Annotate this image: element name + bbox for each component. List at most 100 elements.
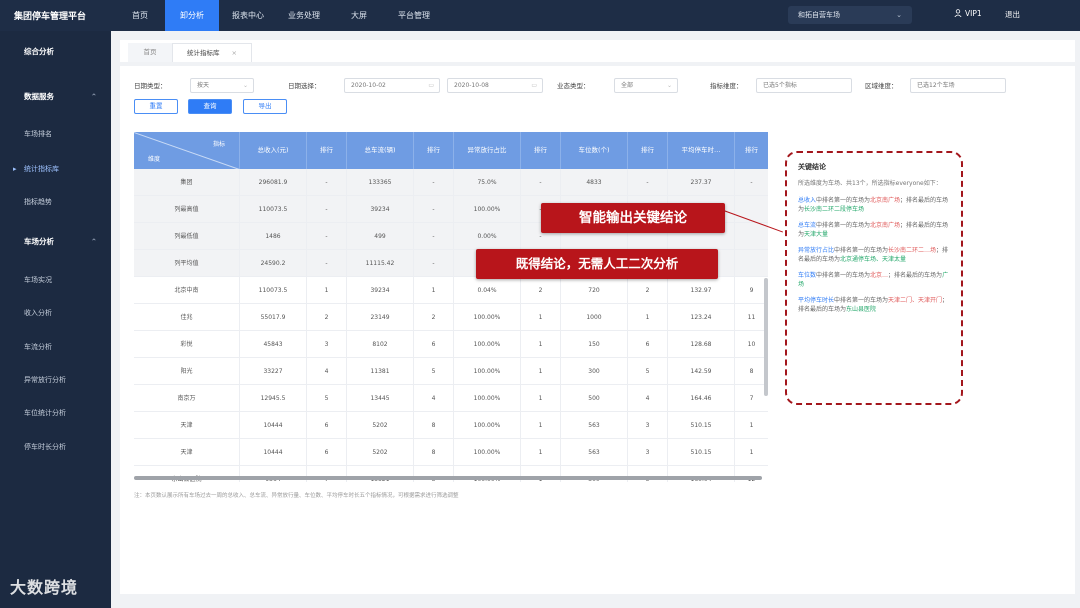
nav-platform[interactable]: 平台管理 [392,0,436,31]
header-rank[interactable]: 排行 [735,132,768,169]
header-space-count[interactable]: 车位数(个) [561,132,628,169]
sidebar-item-traffic[interactable]: 车流分析 [0,336,111,358]
conclusion-metric: 异常放行占比 [798,247,835,254]
logout-button[interactable]: 退出 [1005,9,1020,20]
sidebar-item-space-stats[interactable]: 车位统计分析 [0,402,111,424]
table-cell: - [750,179,753,186]
table-cell: 142.59 [668,358,735,385]
table-cell: 10444 [240,439,307,466]
table-row[interactable]: 佳兆 55017.9 2 23149 2 100.00% 1 1000 1 123.24 11 [134,304,768,331]
conclusion-worst: 天津大量 [804,231,829,238]
nav-reports[interactable]: 报表中心 [226,0,270,31]
parking-lot-select[interactable]: 和拓自营车场 ⌄ [788,6,912,24]
table-cell: 100.00% [454,196,521,223]
table-row[interactable]: 天津 10444 6 5202 8 100.00% 1 563 3 510.15 1 [134,439,768,466]
sidebar-item-duration[interactable]: 停车时长分析 [0,436,111,458]
nav-analysis[interactable]: 卸分析 [165,0,219,31]
table-cell: 13445 [347,385,414,412]
sidebar-item-metric-trend[interactable]: 指标趋势 [0,191,111,213]
table-cell: - [628,169,668,196]
table-cell: 4 [307,358,347,385]
table-cell: 1 [628,304,668,331]
region-dim-select[interactable]: 已选12个车场 [910,78,1006,93]
metric-dim-select[interactable]: 已选5个指标 [756,78,852,93]
date-type-select[interactable]: 按天 ⌄ [190,78,254,93]
calendar-icon: ▭ [531,82,537,89]
table-row[interactable]: 北京中南 110073.5 1 39234 1 0.04% 2 720 2 132.97 9 [134,277,768,304]
date-start-input[interactable]: 2020-10-02 ▭ [344,78,440,93]
table-cell: 100.00% [454,412,521,439]
sidebar-item-label: 车流分析 [24,343,52,351]
sidebar-item-abnormal-release[interactable]: 异常放行分析 [0,369,111,391]
header-total-traffic[interactable]: 总车流(辆) [347,132,414,169]
watermark-logo: 大数跨境 [10,578,79,597]
header-rank[interactable]: 排行 [628,132,668,169]
table-cell: 2 [414,304,454,331]
table-cell [735,223,768,250]
nav-home[interactable]: 首页 [125,0,155,31]
nav-bigscreen[interactable]: 大屏 [344,0,374,31]
conclusion-text1: 中排名第一的车场为 [816,197,871,204]
sidebar-item-metric-library[interactable]: ▸ 统计指标库 [0,158,111,180]
conclusion-item: 车位数中排名第一的车场为北京…；排名最后的车场为广场 [798,271,950,289]
conclusion-item: 异常放行占比中排名第一的车场为长沙南二环二…场；排名最后的车场为北京通停车场、天… [798,246,950,264]
header-total-revenue[interactable]: 总收入(元) [240,132,307,169]
table-cell: 12945.5 [240,385,307,412]
table-cell: 5202 [347,412,414,439]
close-icon[interactable]: × [232,49,237,57]
table-cell: 1 [307,277,347,304]
table-cell: 11115.42 [347,250,414,277]
table-cell: 1000 [561,304,628,331]
sidebar-item-revenue[interactable]: 收入分析 [0,302,111,324]
sidebar-group-data-service[interactable]: 数据服务 ⌃ [0,86,111,108]
table-cell: 39234 [347,277,414,304]
header-abnormal-ratio[interactable]: 异常放行占比 [454,132,521,169]
sidebar-item-lot-live[interactable]: 车场实况 [0,269,111,291]
header-avg-duration[interactable]: 平均停车时… [668,132,735,169]
table-row[interactable]: 彩悦 45843 3 8102 6 100.00% 1 150 6 128.68 10 [134,331,768,358]
table-cell: 8 [414,439,454,466]
header-rank[interactable]: 排行 [414,132,454,169]
query-button[interactable]: 查询 [188,99,232,114]
user-name: VIP1 [965,9,982,18]
chevron-up-icon: ⌃ [90,237,97,246]
table-row[interactable]: 南京万 12945.5 5 13445 4 100.00% 1 500 4 164.46 7 [134,385,768,412]
table-cell: 237.37 [668,169,735,196]
header-rank[interactable]: 排行 [521,132,561,169]
sidebar-group-overview[interactable]: 综合分析 [0,41,111,63]
table-cell: 150 [561,331,628,358]
table-cell: 1 [521,358,561,385]
table-vertical-scrollbar[interactable] [764,278,768,396]
tab-metric-library[interactable]: 统计指标库 × [172,43,252,62]
sidebar-item-label: 指标趋势 [24,198,52,206]
conclusion-best: 长沙南二环二…场 [888,247,937,254]
table-row[interactable]: 天津 10444 6 5202 8 100.00% 1 563 3 510.15 1 [134,412,768,439]
sidebar-item-lot-ranking[interactable]: 车场排名 [0,123,111,145]
table-cell: 720 [561,277,628,304]
date-end-input[interactable]: 2020-10-08 ▭ [447,78,543,93]
nav-business[interactable]: 业务处理 [282,0,326,31]
row-dimension-cell: 阳光 [134,358,240,385]
user-menu[interactable]: VIP1 [954,9,982,18]
conclusion-metric: 车位数 [798,272,817,279]
header-rank[interactable]: 排行 [307,132,347,169]
table-row[interactable]: 阳光 33227 4 11381 5 100.00% 1 300 5 142.59 8 [134,358,768,385]
table-cell: 5 [628,358,668,385]
sidebar-group-lot-analysis[interactable]: 车场分析 ⌃ [0,231,111,253]
table-cell: 1 [521,331,561,358]
conclusion-worst: 东山县医院 [846,306,877,313]
conclusion-metric: 总收入 [798,197,817,204]
export-button[interactable]: 导出 [243,99,287,114]
table-horizontal-scrollbar[interactable] [134,476,762,480]
row-dimension-cell: 列最低值 [134,223,240,250]
sidebar-item-label: 综合分析 [24,47,54,56]
callout-banner-no-manual: 既得结论，无需人工二次分析 [476,249,718,279]
table-cell: 1 [749,449,754,456]
reset-button[interactable]: 重置 [134,99,178,114]
conclusion-metric: 总车流 [798,222,817,229]
table-corner-cell: 指标 维度 [134,132,240,169]
table-cell: 8 [414,412,454,439]
tab-home[interactable]: 首页 [128,43,172,62]
table-row[interactable]: 集团 296081.9-133365-75.0% -4833-237.37- [134,169,768,196]
biz-type-select[interactable]: 全部 ⌄ [614,78,678,93]
